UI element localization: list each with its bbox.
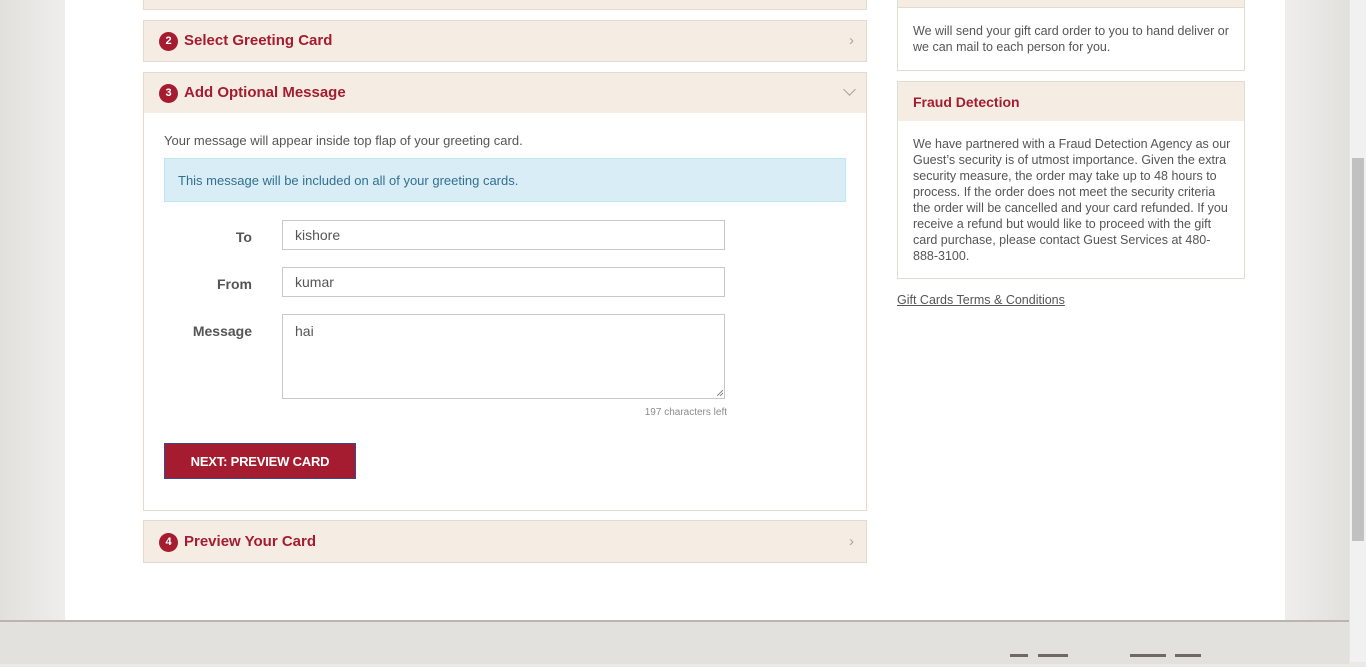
fraud-detection-body: We have partnered with a Fraud Detection… [897,121,1245,279]
from-label: From [217,276,252,292]
next-preview-card-button[interactable]: NEXT: PREVIEW CARD [164,443,356,479]
step-1-panel-edge [143,0,867,10]
step-number-badge: 2 [159,32,178,51]
step-preview-your-card[interactable]: 4 Preview Your Card › [143,520,867,563]
resize-grip-icon[interactable] [717,390,723,396]
message-label: Message [192,323,252,339]
step-select-greeting-card[interactable]: 2 Select Greeting Card › [143,20,867,62]
step-add-optional-message[interactable]: 3 Add Optional Message [143,72,867,114]
chevron-right-icon: › [849,32,854,49]
delivery-header-edge [898,0,1244,8]
fraud-detection-title: Fraud Detection [913,94,1020,110]
info-alert: This message will be included on all of … [164,158,846,202]
gift-card-terms-link[interactable]: Gift Cards Terms & Conditions [897,293,1065,307]
site-footer [0,620,1349,664]
vertical-scrollbar[interactable] [1349,0,1366,662]
step-title: Add Optional Message [184,84,346,101]
page-gutter-right [1285,0,1349,620]
step-number-badge: 3 [159,84,178,103]
step-title: Preview Your Card [184,533,316,550]
characters-left-counter: 197 characters left [644,407,727,418]
step-title: Select Greeting Card [184,32,333,49]
scrollbar-thumb[interactable] [1352,158,1364,541]
info-alert-text: This message will be included on all of … [178,173,519,188]
message-intro-text: Your message will appear inside top flap… [164,133,523,148]
message-textarea[interactable]: hai [282,314,725,399]
chevron-down-icon [843,83,856,96]
to-label: To [235,229,252,245]
fraud-detection-text: We have partnered with a Fraud Detection… [913,137,1231,263]
footer-logos [1010,654,1210,664]
step-number-badge: 4 [159,533,178,552]
fraud-detection-header: Fraud Detection [897,81,1245,123]
delivery-info-box: We will send your gift card order to you… [897,0,1245,71]
to-field[interactable] [282,220,725,250]
chevron-right-icon: › [849,533,854,550]
page-gutter-left [0,0,65,620]
from-field[interactable] [282,267,725,297]
delivery-info-text: We will send your gift card order to you… [913,24,1229,54]
message-form: Your message will appear inside top flap… [143,113,867,511]
